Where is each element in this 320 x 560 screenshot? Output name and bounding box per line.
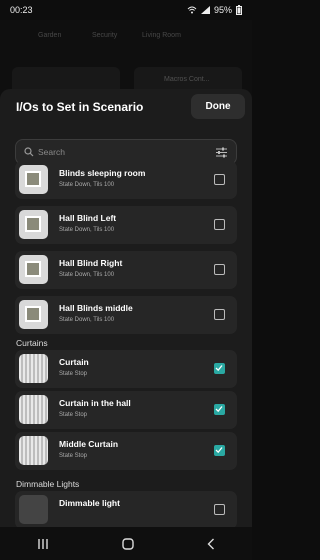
list-item-blind[interactable]: Hall Blind Left State Down, Tils 100 — [15, 206, 237, 244]
blind-thumbnail — [19, 300, 48, 329]
back-icon[interactable] — [207, 538, 215, 550]
list-item-dimmable[interactable]: Dimmable light — [15, 491, 237, 529]
status-time: 00:23 — [10, 5, 33, 15]
signal-icon — [200, 6, 210, 14]
blind-thumbnail — [19, 165, 48, 194]
recents-icon[interactable] — [37, 538, 49, 549]
list-item-curtain[interactable]: Curtain State Stop — [15, 350, 237, 388]
battery-percent: 95% — [213, 5, 232, 15]
item-checkbox-checked[interactable] — [214, 363, 225, 374]
item-state: State Stop — [59, 412, 88, 418]
item-checkbox[interactable] — [214, 174, 225, 185]
item-name: Dimmable light — [59, 498, 120, 508]
blind-thumbnail — [19, 255, 48, 284]
item-name: Middle Curtain — [59, 439, 119, 449]
search-icon — [24, 147, 34, 157]
item-checkbox[interactable] — [214, 504, 225, 515]
sheet-title: I/Os to Set in Scenario — [16, 100, 144, 114]
status-bar: 00:23 95% — [0, 0, 252, 20]
item-checkbox-checked[interactable] — [214, 445, 225, 456]
item-state: State Down, Tils 100 — [59, 227, 115, 233]
bg-tab-security: Security — [92, 32, 118, 39]
check-icon — [215, 406, 223, 413]
section-header-dimmable: Dimmable Lights — [16, 479, 80, 489]
done-button[interactable]: Done — [191, 94, 245, 119]
list-item-curtain[interactable]: Middle Curtain State Stop — [15, 432, 237, 470]
wifi-icon — [187, 6, 197, 14]
curtain-thumbnail — [19, 395, 48, 424]
curtain-thumbnail — [19, 354, 48, 383]
home-icon[interactable] — [122, 537, 134, 550]
item-name: Curtain in the hall — [59, 398, 131, 408]
item-name: Hall Blind Right — [59, 258, 123, 268]
item-state: State Stop — [59, 453, 88, 459]
check-icon — [215, 447, 223, 454]
filter-icon[interactable] — [216, 147, 227, 158]
item-state: State Down, Tils 100 — [59, 182, 115, 188]
list-item-blind[interactable]: Hall Blinds middle State Down, Tils 100 — [15, 296, 237, 334]
curtain-thumbnail — [19, 436, 48, 465]
bg-card-label: Macros Cont... — [164, 76, 210, 83]
item-name: Blinds sleeping room — [59, 168, 146, 178]
item-name: Hall Blind Left — [59, 213, 117, 223]
list-item-curtain[interactable]: Curtain in the hall State Stop — [15, 391, 237, 429]
sheet-header: I/Os to Set in Scenario Done — [0, 89, 252, 125]
search-placeholder: Search — [38, 147, 65, 157]
bg-tab-garden: Garden — [38, 32, 62, 39]
item-state: State Down, Tils 100 — [59, 317, 115, 323]
list-item-blind[interactable]: Hall Blind Right State Down, Tils 100 — [15, 251, 237, 289]
list-item-blind[interactable]: Blinds sleeping room State Down, Tils 10… — [15, 161, 237, 199]
battery-icon — [236, 5, 242, 15]
android-nav-bar — [0, 527, 252, 560]
item-state: State Stop — [59, 371, 88, 377]
blind-thumbnail — [19, 210, 48, 239]
item-name: Curtain — [59, 357, 89, 367]
scenario-sheet: I/Os to Set in Scenario Done Search Blin… — [0, 89, 252, 560]
item-name: Hall Blinds middle — [59, 303, 133, 313]
section-header-curtains: Curtains — [16, 338, 48, 348]
light-thumbnail — [19, 495, 48, 524]
check-icon — [215, 365, 223, 372]
item-checkbox[interactable] — [214, 264, 225, 275]
item-checkbox[interactable] — [214, 309, 225, 320]
item-checkbox-checked[interactable] — [214, 404, 225, 415]
status-icons: 95% — [187, 5, 242, 15]
background-screen: Garden Security Living Room Macros Cont.… — [0, 20, 252, 100]
item-checkbox[interactable] — [214, 219, 225, 230]
bg-tab-living-room: Living Room — [142, 32, 181, 39]
item-state: State Down, Tils 100 — [59, 272, 115, 278]
